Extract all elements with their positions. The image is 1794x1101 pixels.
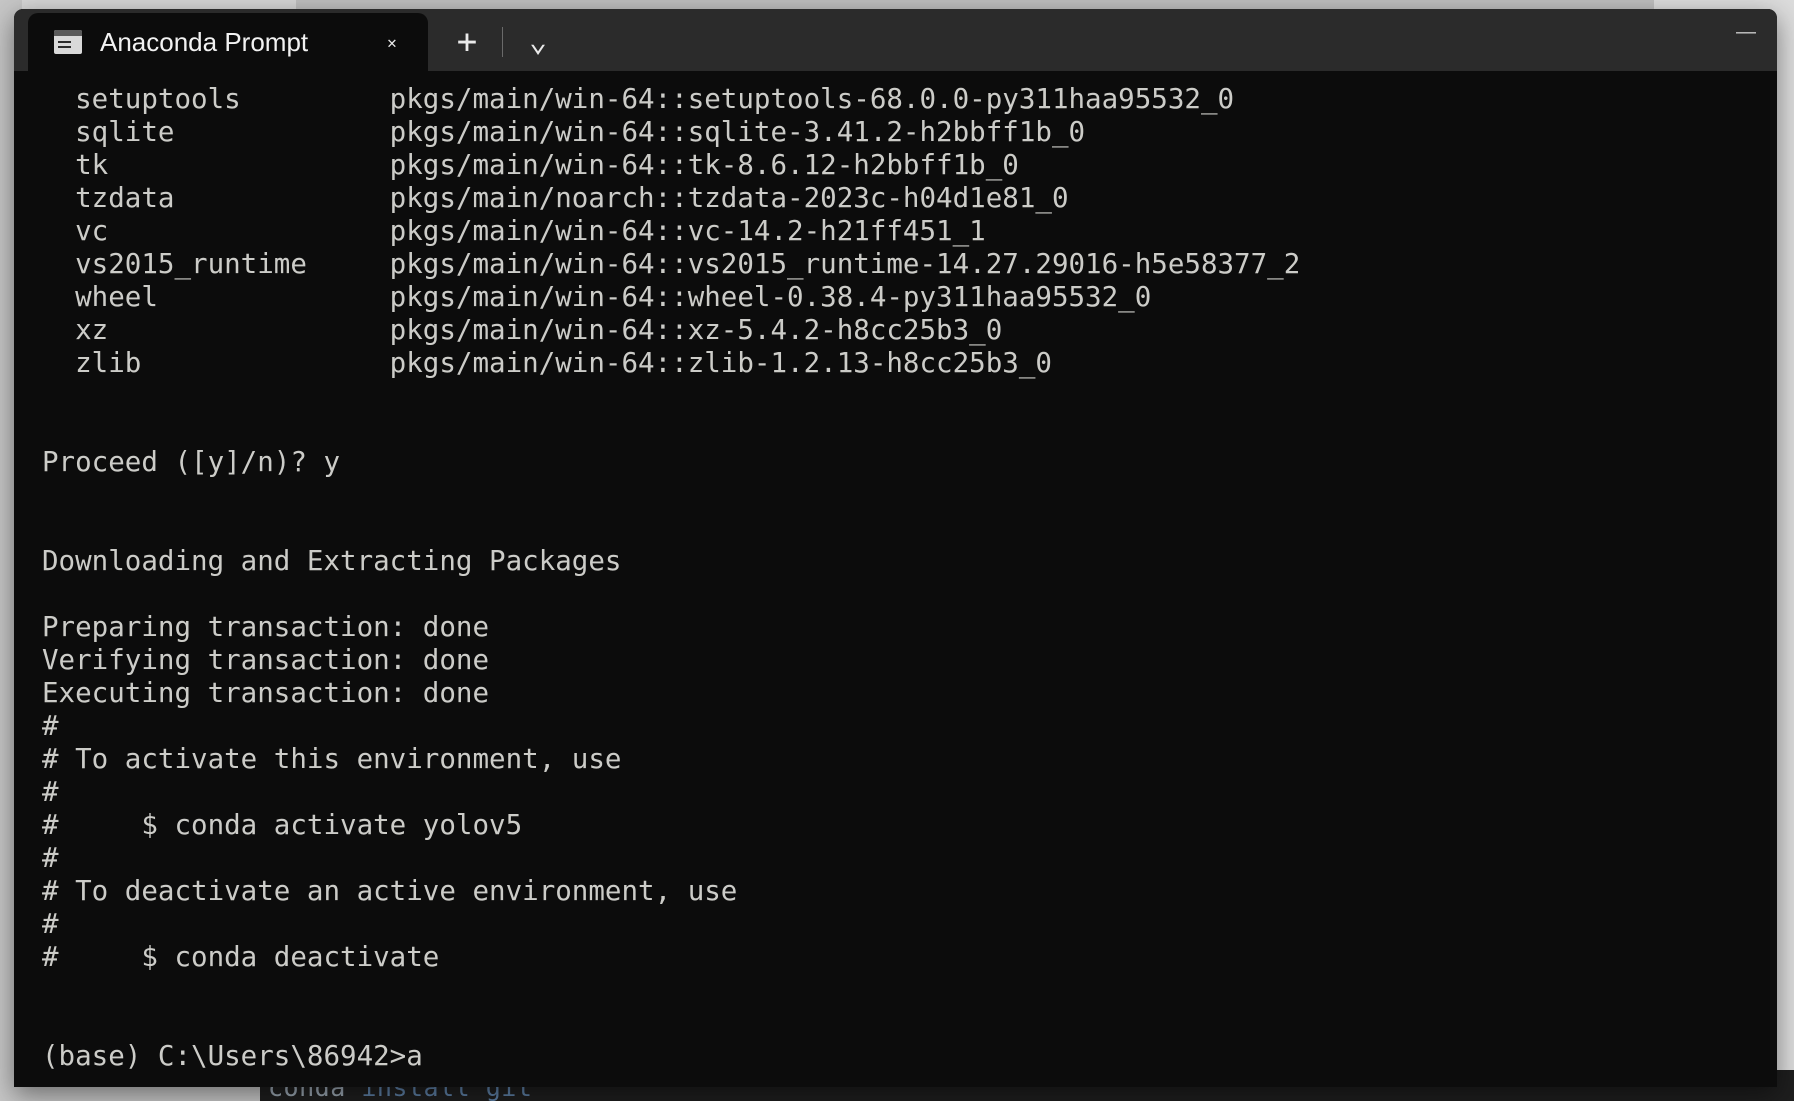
console-line: Preparing transaction: done: [42, 611, 490, 643]
console-line: sqlite pkgs/main/win-64::sqlite-3.41.2-h…: [42, 116, 1086, 148]
console-line: setuptools pkgs/main/win-64::setuptools-…: [42, 83, 1235, 115]
terminal-output[interactable]: setuptools pkgs/main/win-64::setuptools-…: [14, 71, 1777, 1087]
window-controls: —: [1715, 9, 1777, 55]
console-line: zlib pkgs/main/win-64::zlib-1.2.13-h8cc2…: [42, 347, 1052, 379]
background-bottom-strip: [0, 1086, 300, 1101]
minimize-icon[interactable]: —: [1715, 9, 1777, 55]
console-line: (base) C:\Users\86942>a: [42, 1040, 423, 1072]
close-tab-icon[interactable]: ✕: [366, 16, 418, 68]
console-line: tzdata pkgs/main/noarch::tzdata-2023c-h0…: [42, 182, 1069, 214]
console-line: Downloading and Extracting Packages: [42, 545, 622, 577]
console-line: vc pkgs/main/win-64::vc-14.2-h21ff451_1: [42, 215, 986, 247]
console-line: wheel pkgs/main/win-64::wheel-0.38.4-py3…: [42, 281, 1152, 313]
console-line: #: [42, 776, 59, 808]
console-line: vs2015_runtime pkgs/main/win-64::vs2015_…: [42, 248, 1301, 280]
console-line: # To activate this environment, use: [42, 743, 622, 775]
tab-controls-divider: [502, 27, 503, 57]
console-line: Proceed ([y]/n)? y: [42, 446, 341, 478]
console-line: Verifying transaction: done: [42, 644, 490, 676]
tab-controls: + ⌄: [428, 13, 565, 71]
chevron-down-icon[interactable]: ⌄: [511, 19, 565, 65]
tab-anaconda-prompt[interactable]: Anaconda Prompt ✕: [28, 13, 428, 71]
console-line: # To deactivate an active environment, u…: [42, 875, 738, 907]
title-bar: Anaconda Prompt ✕ + ⌄ —: [14, 9, 1777, 71]
console-line: #: [42, 710, 59, 742]
console-line: #: [42, 842, 59, 874]
screen: conda install git Anaconda Prompt ✕ + ⌄ …: [0, 0, 1794, 1101]
console-line: Executing transaction: done: [42, 677, 490, 709]
tab-title: Anaconda Prompt: [100, 26, 309, 57]
console-line: xz pkgs/main/win-64::xz-5.4.2-h8cc25b3_0: [42, 314, 1003, 346]
new-tab-icon[interactable]: +: [440, 19, 494, 65]
console-icon: [54, 30, 82, 54]
console-line: # $ conda deactivate: [42, 941, 440, 973]
console-line: tk pkgs/main/win-64::tk-8.6.12-h2bbff1b_…: [42, 149, 1019, 181]
console-line: #: [42, 908, 59, 940]
console-line: # $ conda activate yolov5: [42, 809, 523, 841]
terminal-window: Anaconda Prompt ✕ + ⌄ — setuptools pkgs/…: [14, 9, 1777, 1087]
